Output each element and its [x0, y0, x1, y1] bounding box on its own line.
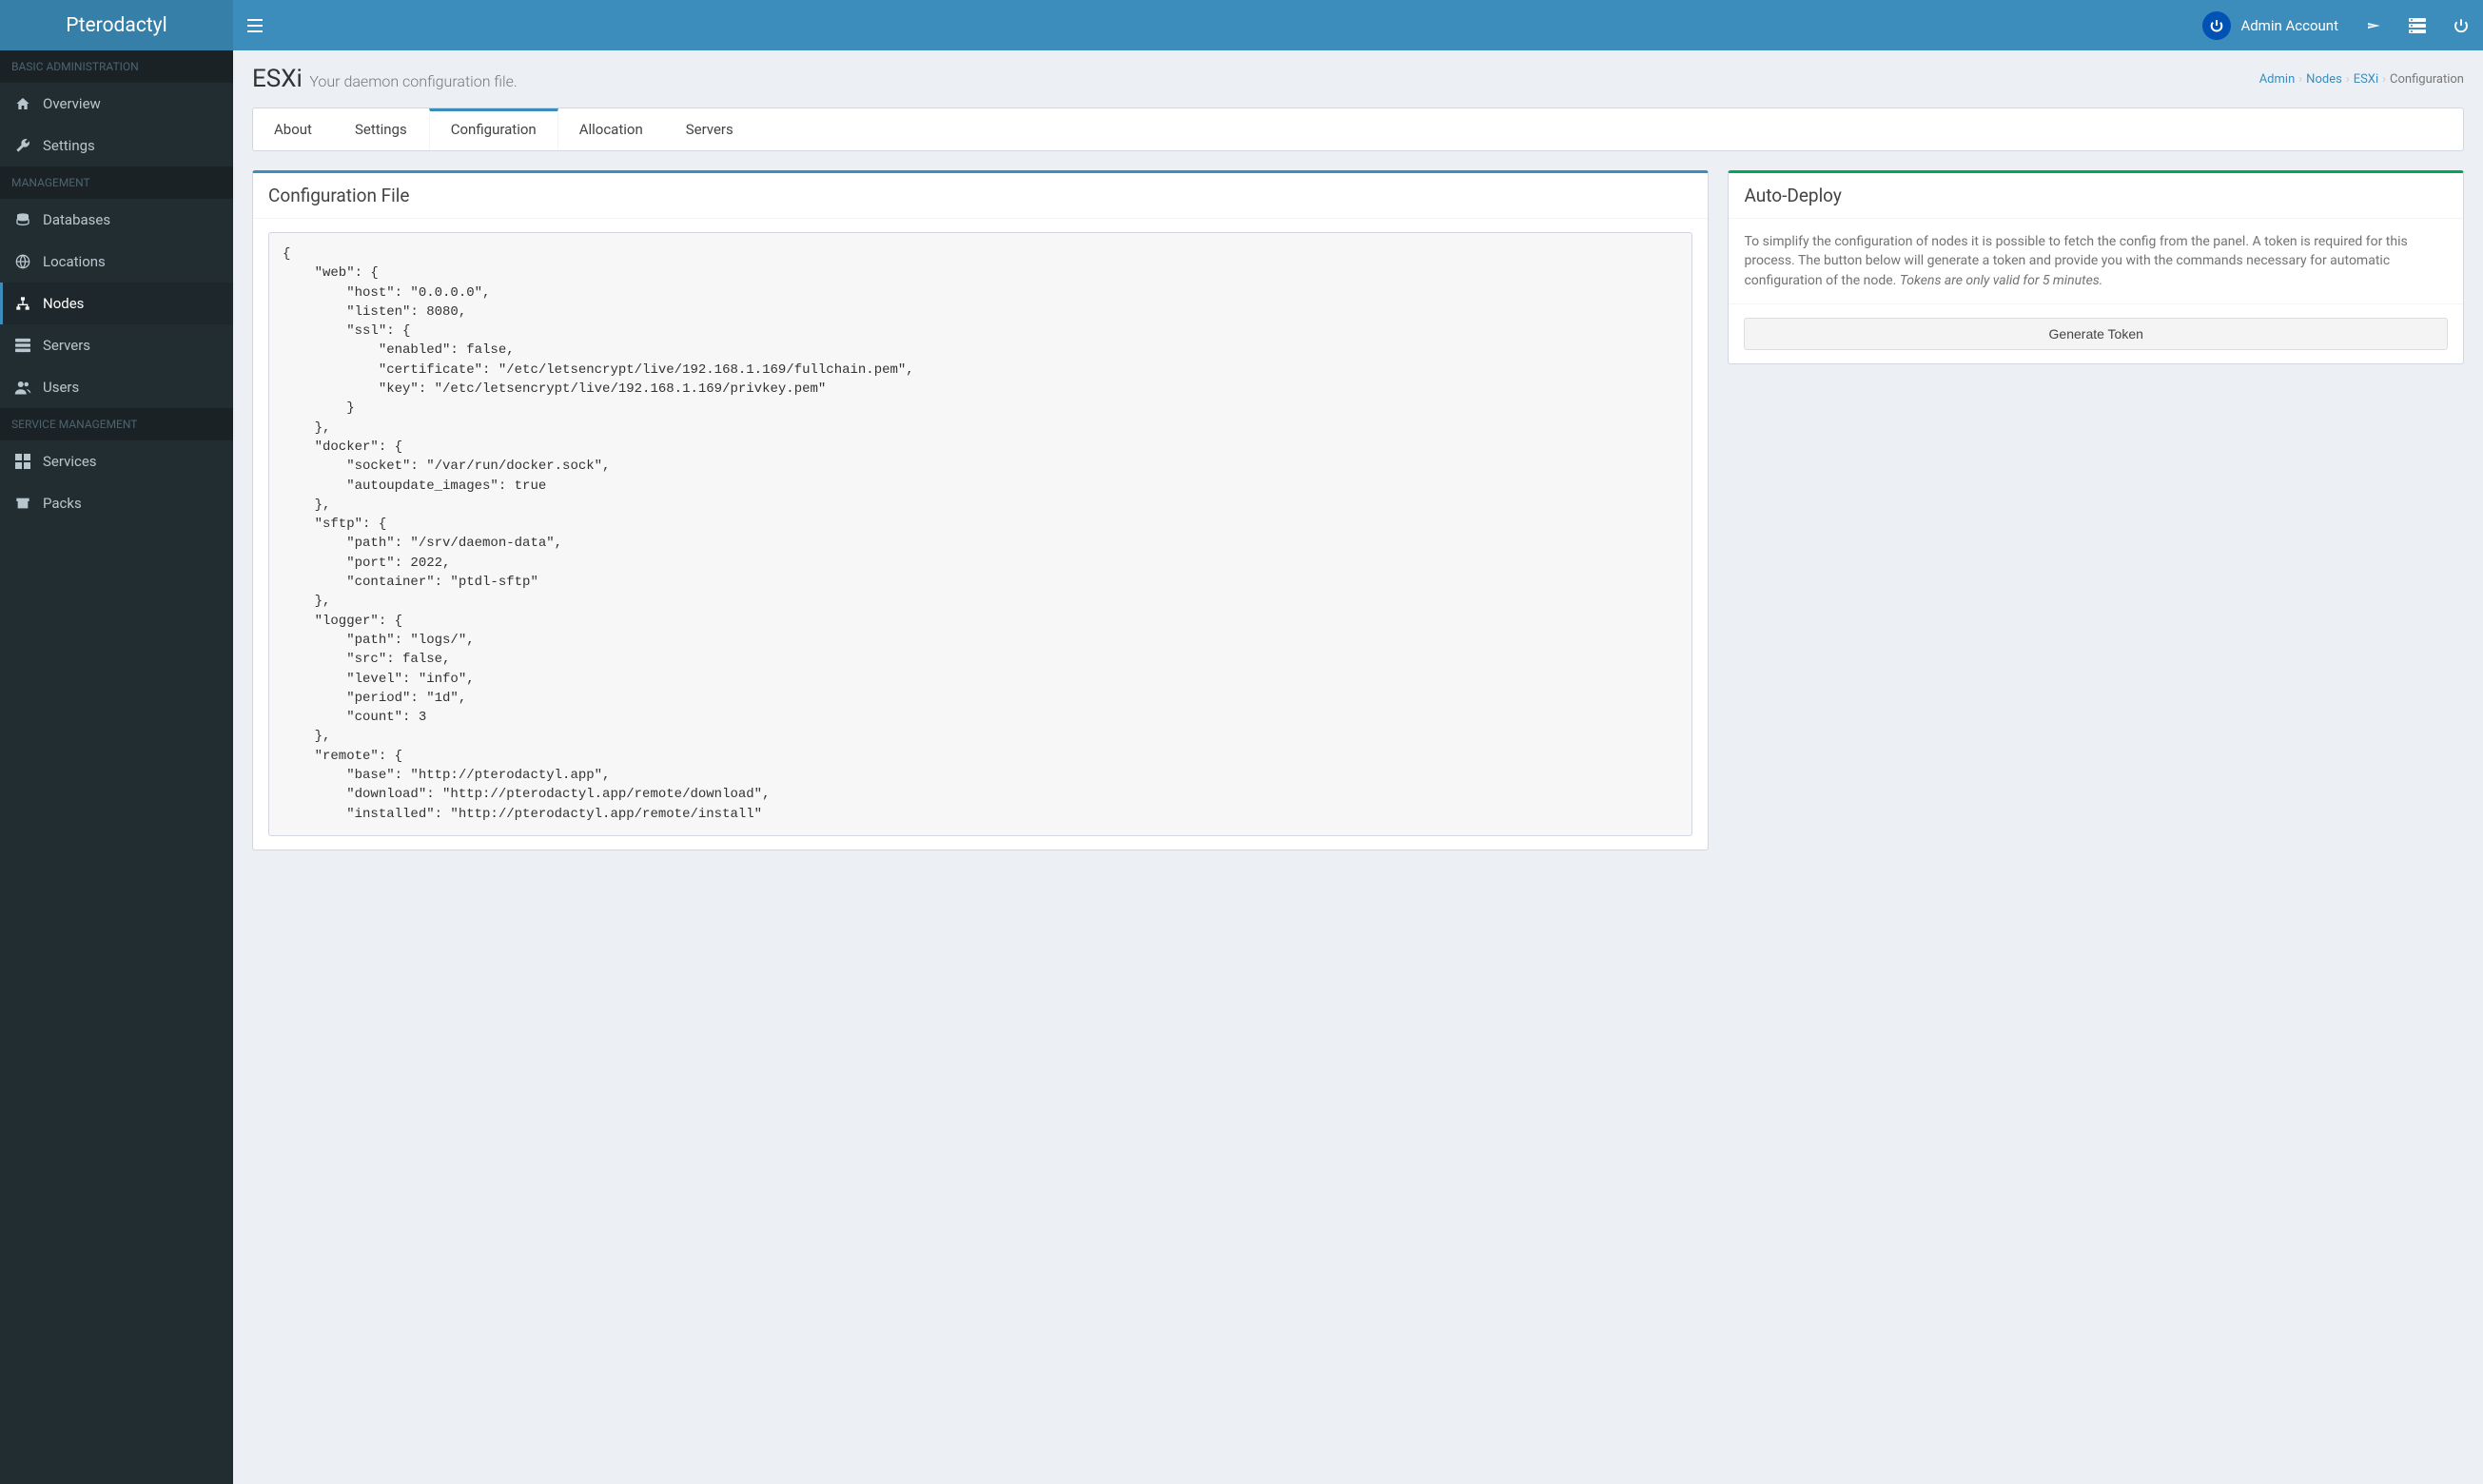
auto-deploy-card: Auto-Deploy To simplify the configuratio… [1728, 170, 2464, 364]
sidebar-item-overview[interactable]: Overview [0, 83, 233, 125]
breadcrumb-current: Configuration [2390, 72, 2464, 87]
auto-deploy-help-emphasis: Tokens are only valid for 5 minutes. [1900, 273, 2103, 288]
tab-configuration[interactable]: Configuration [429, 108, 558, 150]
auto-deploy-title: Auto-Deploy [1729, 173, 2463, 219]
breadcrumb-link[interactable]: Nodes [2306, 72, 2342, 87]
sidebar-item-label: Packs [43, 495, 82, 512]
sidebar-item-nodes[interactable]: Nodes [0, 283, 233, 324]
sidebar-item-packs[interactable]: Packs [0, 482, 233, 524]
sidebar-item-users[interactable]: Users [0, 366, 233, 408]
server-icon [14, 338, 31, 353]
breadcrumb: Admin › Nodes › ESXi › Configuration [2259, 72, 2464, 87]
exit-admin-icon[interactable] [2352, 4, 2395, 48]
account-label: Admin Account [2240, 17, 2338, 34]
sidebar-item-locations[interactable]: Locations [0, 241, 233, 283]
chevron-right-icon: › [2382, 72, 2386, 87]
auto-deploy-help: To simplify the configuration of nodes i… [1744, 232, 2448, 290]
sidebar-item-services[interactable]: Services [0, 440, 233, 482]
generate-token-button[interactable]: Generate Token [1744, 318, 2448, 350]
server-icon[interactable] [2395, 5, 2439, 47]
th-large-icon [14, 454, 31, 469]
topbar: Admin Account [233, 0, 2483, 50]
chevron-right-icon: › [2298, 72, 2302, 87]
sidebar-item-label: Settings [43, 137, 95, 154]
sidebar-item-label: Users [43, 379, 79, 396]
sidebar-item-label: Overview [43, 95, 101, 112]
page-subtitle: Your daemon configuration file. [309, 72, 517, 90]
sidebar-item-servers[interactable]: Servers [0, 324, 233, 366]
tab-servers[interactable]: Servers [665, 108, 755, 150]
brand-logo[interactable]: Pterodactyl [0, 0, 233, 50]
breadcrumb-link[interactable]: Admin [2259, 72, 2296, 87]
tab-about[interactable]: About [253, 108, 334, 150]
users-icon [14, 380, 31, 395]
sidebar-item-label: Servers [43, 337, 90, 354]
sidebar-item-label: Locations [43, 253, 106, 270]
sitemap-icon [14, 296, 31, 311]
account-icon [2202, 11, 2231, 40]
page-title: ESXi [252, 65, 303, 93]
home-icon [14, 96, 31, 111]
archive-icon [14, 496, 31, 511]
breadcrumb-link[interactable]: ESXi [2354, 72, 2378, 87]
sidebar-item-label: Nodes [43, 295, 84, 312]
tab-settings[interactable]: Settings [334, 108, 429, 150]
brand-text: Pterodactyl [66, 14, 166, 37]
configuration-code[interactable]: { "web": { "host": "0.0.0.0", "listen": … [268, 232, 1692, 836]
sidebar-item-settings[interactable]: Settings [0, 125, 233, 166]
sidebar-toggle-icon[interactable] [247, 0, 263, 55]
tab-allocation[interactable]: Allocation [558, 108, 665, 150]
sidebar-item-label: Databases [43, 211, 110, 228]
sidebar-header: MANAGEMENT [0, 166, 233, 199]
globe-icon [14, 254, 31, 269]
wrench-icon [14, 138, 31, 153]
configuration-file-card: Configuration File { "web": { "host": "0… [252, 170, 1709, 850]
sidebar-header: SERVICE MANAGEMENT [0, 408, 233, 440]
account-menu[interactable]: Admin Account [2189, 0, 2352, 53]
sidebar-item-label: Services [43, 453, 97, 470]
chevron-right-icon: › [2346, 72, 2350, 87]
tabs: AboutSettingsConfigurationAllocationServ… [252, 107, 2464, 151]
logout-icon[interactable] [2439, 4, 2483, 48]
sidebar-header: BASIC ADMINISTRATION [0, 50, 233, 83]
configuration-file-title: Configuration File [253, 173, 1708, 219]
sidebar: Pterodactyl BASIC ADMINISTRATION Overview… [0, 0, 233, 1484]
database-icon [14, 212, 31, 227]
sidebar-item-databases[interactable]: Databases [0, 199, 233, 241]
